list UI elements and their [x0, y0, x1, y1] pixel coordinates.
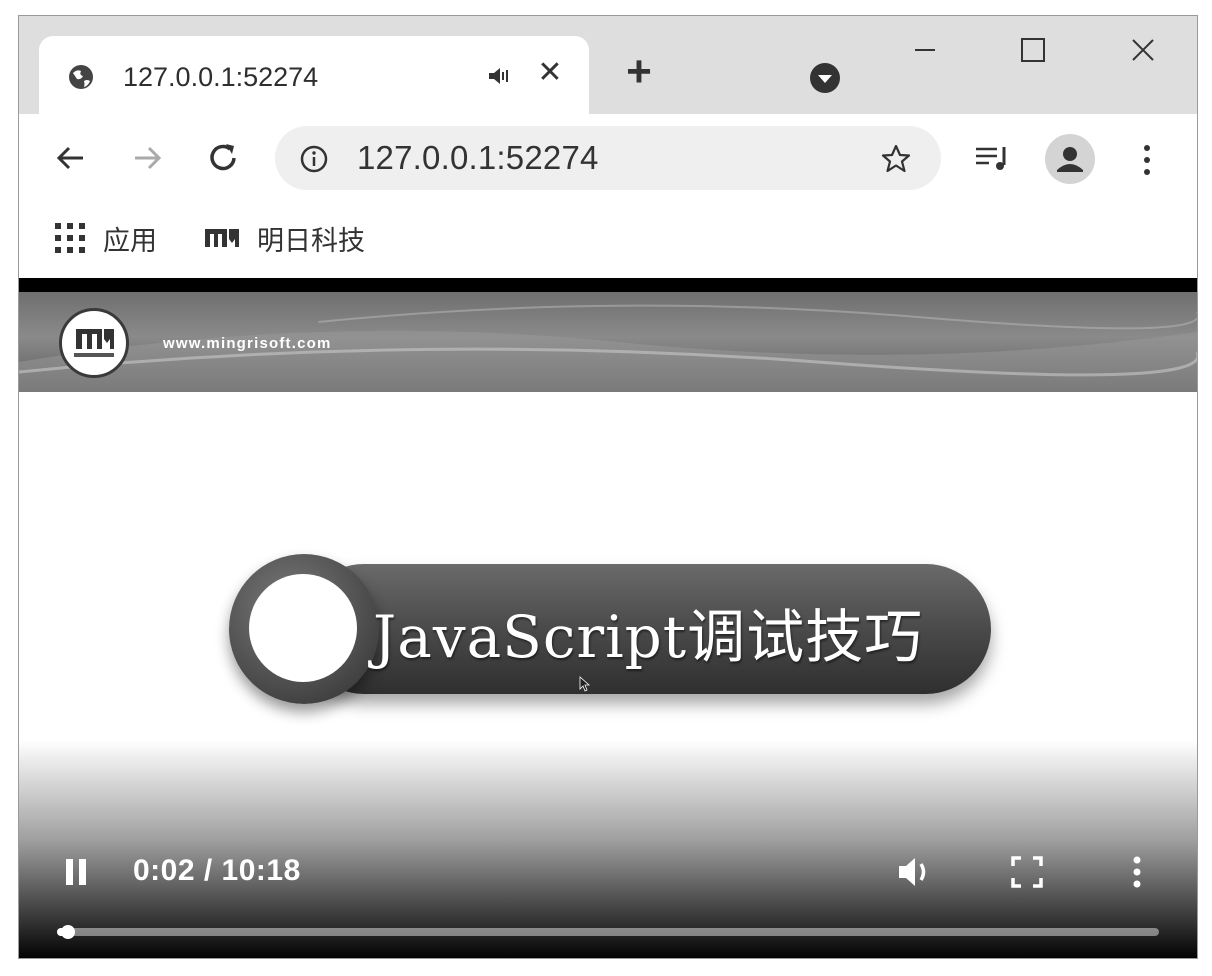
address-bar[interactable]: 127.0.0.1:52274 [275, 126, 941, 190]
maximize-icon[interactable] [1015, 32, 1051, 68]
tab-close-icon[interactable]: ✕ [535, 58, 565, 88]
active-tab[interactable]: 127.0.0.1:52274 ✕ [39, 36, 589, 114]
video-title: JavaScript调试技巧 [373, 603, 924, 671]
video-banner: www.mingrisoft.com [19, 292, 1197, 392]
banner-url: www.mingrisoft.com [163, 335, 332, 352]
title-pill-circle [229, 554, 379, 704]
video-time: 0:02 / 10:18 [133, 854, 301, 887]
reload-icon[interactable] [203, 138, 243, 178]
video-progress-bar[interactable] [57, 925, 1159, 939]
tab-title: 127.0.0.1:52274 [123, 62, 319, 92]
mouse-cursor-icon [579, 676, 591, 692]
back-arrow-icon[interactable] [51, 138, 91, 178]
video-progress-thumb[interactable] [61, 925, 75, 939]
mingri-logo-icon [59, 308, 129, 378]
more-options-icon[interactable] [1127, 852, 1147, 892]
new-tab-button[interactable]: + [621, 50, 657, 94]
video-controls: 0:02 / 10:18 [19, 740, 1197, 958]
video-player[interactable]: www.mingrisoft.com JavaScript调试技巧 0:02 /… [19, 292, 1197, 958]
bookmark-label: 应用 [103, 225, 157, 256]
tab-search-icon[interactable] [809, 62, 841, 94]
pause-icon[interactable] [63, 856, 91, 888]
apps-grid-icon [55, 223, 85, 253]
bookmark-mingri[interactable]: 明日科技 [203, 218, 365, 258]
address-url[interactable]: 127.0.0.1:52274 [357, 139, 599, 177]
bookmark-label: 明日科技 [257, 225, 365, 256]
profile-avatar[interactable] [1045, 134, 1095, 184]
forward-arrow-icon[interactable] [127, 138, 167, 178]
bookmarks-bar: 应用 明日科技 [19, 202, 1197, 292]
person-icon [1057, 147, 1083, 172]
volume-icon[interactable] [895, 852, 937, 892]
fullscreen-icon[interactable] [1009, 854, 1045, 890]
more-menu-icon[interactable] [1133, 140, 1161, 180]
tab-strip: 127.0.0.1:52274 ✕ + [19, 16, 1197, 114]
video-title-graphic: JavaScript调试技巧 [229, 554, 991, 704]
globe-icon [69, 65, 93, 89]
browser-toolbar: 127.0.0.1:52274 [19, 114, 1197, 202]
info-icon[interactable] [299, 144, 329, 174]
window-close-icon[interactable] [1125, 32, 1161, 68]
mingri-logo-icon [205, 229, 239, 247]
bookmark-apps[interactable]: 应用 [53, 218, 157, 258]
media-queue-icon[interactable] [973, 142, 1013, 174]
star-icon[interactable] [879, 142, 913, 176]
browser-window: 127.0.0.1:52274 ✕ + 127.0.0.1:52274 应用 明… [18, 15, 1198, 959]
speaker-icon[interactable] [487, 64, 513, 88]
minimize-icon[interactable] [907, 32, 943, 68]
